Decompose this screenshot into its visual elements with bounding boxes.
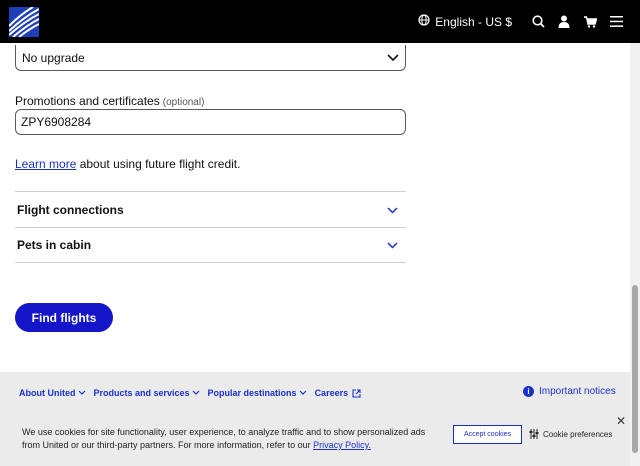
find-flights-button[interactable]: Find flights — [15, 303, 113, 332]
footer-nav-about[interactable]: About United — [19, 388, 86, 398]
cart-icon[interactable] — [580, 12, 600, 32]
footer-nav-careers[interactable]: Careers — [315, 388, 362, 398]
future-credit-text: Learn more about using future flight cre… — [15, 157, 241, 171]
important-notices-link[interactable]: i Important notices — [523, 386, 616, 397]
accordion-pets-in-cabin[interactable]: Pets in cabin — [15, 227, 406, 263]
close-icon[interactable]: ✕ — [616, 414, 626, 428]
language-label: English - US $ — [435, 14, 512, 29]
user-icon[interactable] — [554, 12, 574, 32]
language-selector[interactable]: English - US $ — [418, 14, 512, 29]
footer-nav-products[interactable]: Products and services — [94, 388, 200, 398]
learn-more-link[interactable]: Learn more — [15, 157, 76, 171]
chevron-down-icon — [78, 390, 85, 395]
external-link-icon — [352, 388, 361, 398]
menu-icon[interactable] — [606, 12, 626, 32]
info-icon: i — [523, 386, 534, 397]
scrollbar-thumb[interactable] — [632, 285, 638, 453]
chevron-down-icon — [387, 238, 398, 252]
accordion-label: Pets in cabin — [17, 238, 92, 252]
upgrade-select-value: No upgrade — [22, 50, 85, 65]
privacy-policy-link[interactable]: Privacy Policy. — [313, 440, 371, 450]
page-scrollbar[interactable] — [630, 43, 640, 466]
globe-icon — [418, 14, 435, 29]
search-icon[interactable] — [528, 12, 548, 32]
footer-nav: About United Products and services Popul… — [19, 388, 361, 398]
sliders-icon — [529, 429, 539, 439]
chevron-down-icon — [387, 51, 399, 65]
promo-code-value: ZPY6908284 — [21, 115, 92, 129]
chevron-down-icon — [299, 390, 306, 395]
accept-cookies-button[interactable]: Accept cookies — [453, 425, 522, 444]
upgrade-select[interactable]: No upgrade — [15, 45, 406, 71]
cookie-preferences-button[interactable]: Cookie preferences — [529, 429, 612, 439]
promo-label: Promotions and certificates (optional) — [15, 94, 205, 108]
optional-hint: (optional) — [162, 97, 205, 108]
promo-code-input[interactable]: ZPY6908284 — [15, 109, 406, 135]
chevron-down-icon — [387, 203, 398, 217]
accordion-label: Flight connections — [17, 202, 124, 217]
footer-nav-destinations[interactable]: Popular destinations — [208, 388, 307, 398]
cookie-banner-text: We use cookies for site functionality, u… — [22, 427, 426, 450]
united-logo[interactable] — [9, 7, 39, 37]
accordion-flight-connections[interactable]: Flight connections — [15, 191, 406, 227]
chevron-down-icon — [192, 390, 199, 395]
site-header: English - US $ — [0, 0, 640, 43]
